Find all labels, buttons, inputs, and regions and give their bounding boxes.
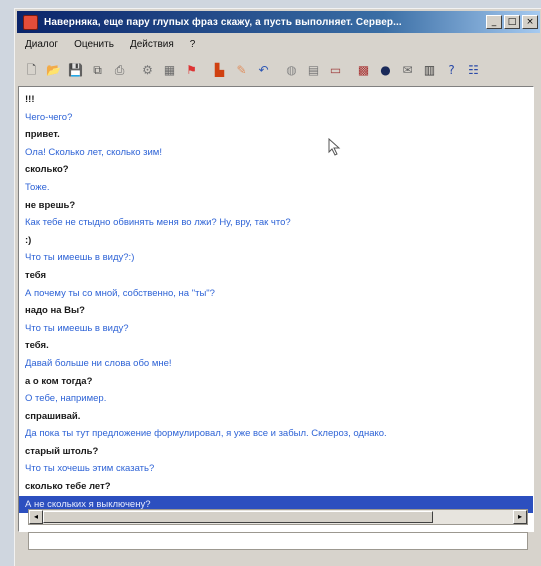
window-title: Наверняка, еще пару глупых фраз скажу, а… [44, 16, 402, 28]
chat-message-user[interactable]: тебя [25, 267, 533, 285]
close-button[interactable]: × [522, 15, 538, 29]
copy-icon[interactable]: ⧉ [89, 62, 106, 79]
chart-icon[interactable]: ▙ [211, 62, 228, 79]
record-icon[interactable]: ● [377, 62, 394, 79]
chat-message-bot[interactable]: О тебе, например. [25, 390, 533, 408]
title-bar[interactable]: Наверняка, еще пару глупых фраз скажу, а… [17, 11, 540, 33]
book-icon[interactable]: ▤ [305, 62, 322, 79]
message-input[interactable] [28, 532, 528, 550]
list-icon[interactable]: ☷ [465, 62, 482, 79]
chat-message-bot[interactable]: Чего-чего? [25, 109, 533, 127]
menu-rate[interactable]: Оценить [66, 39, 122, 50]
chat-message-user[interactable]: сколько тебе лет? [25, 478, 533, 496]
chat-message-user[interactable]: тебя. [25, 337, 533, 355]
chat-message-bot[interactable]: Что ты хочешь этим сказать? [25, 460, 533, 478]
chat-message-user[interactable]: а о ком тогда? [25, 373, 533, 391]
chat-message-bot[interactable]: Как тебе не стыдно обвинять меня во лжи?… [25, 214, 533, 232]
horizontal-scrollbar[interactable]: ◂ ▸ [28, 509, 528, 525]
chat-message-user[interactable]: !!! [25, 91, 533, 109]
chat-message-bot[interactable]: Что ты имеешь в виду? [25, 320, 533, 338]
filmstrip-icon[interactable]: ▥ [421, 62, 438, 79]
chat-message-user[interactable]: :) [25, 232, 533, 250]
chat-message-bot[interactable]: Да пока ты тут предложение формулировал,… [25, 425, 533, 443]
chat-message-bot[interactable]: Тоже. [25, 179, 533, 197]
chat-message-user[interactable]: привет. [25, 126, 533, 144]
undo-icon[interactable]: ↶ [255, 62, 272, 79]
menu-help[interactable]: ? [182, 39, 204, 50]
brush-icon[interactable]: ✎ [233, 62, 250, 79]
toolbar: 🗋 📂 💾 ⧉ ⎙ ⚙ ▦ ⚑ ▙ ✎ ↶ ◍ ▤ ▭ ▩ ● ✉ ▥? ☷ [17, 57, 540, 83]
scroll-right-arrow-icon[interactable]: ▸ [513, 510, 527, 524]
chat-message-list: !!! Чего-чего? привет. Ола! Сколько лет, ск… [19, 87, 533, 514]
globe-icon[interactable]: ◍ [283, 62, 300, 79]
grid-icon[interactable]: ▩ [355, 62, 372, 79]
maximize-button[interactable]: □ [504, 15, 520, 29]
window-controls: _ □ × [484, 15, 538, 29]
chat-message-user[interactable]: не врешь? [25, 197, 533, 215]
minimize-button[interactable]: _ [486, 15, 502, 29]
question-icon[interactable]: ? [443, 62, 460, 79]
menu-actions[interactable]: Действия [122, 39, 182, 50]
menu-dialog[interactable]: Диалог [17, 39, 66, 50]
chat-message-user[interactable]: надо на Вы? [25, 302, 533, 320]
save-icon[interactable]: 💾 [67, 62, 84, 79]
new-doc-icon[interactable]: 🗋 [23, 62, 40, 79]
chat-message-user[interactable]: сколько? [25, 161, 533, 179]
chat-log[interactable]: !!! Чего-чего? привет. Ола! Сколько лет, ск… [18, 86, 534, 532]
chat-message-bot[interactable]: А почему ты со мной, собственно, на "ты"… [25, 285, 533, 303]
mouse-pointer-icon [328, 138, 341, 156]
chat-message-user[interactable]: старый штоль? [25, 443, 533, 461]
mail-icon[interactable]: ✉ [399, 62, 416, 79]
open-folder-icon[interactable]: 📂 [45, 62, 62, 79]
tag-icon[interactable]: ⚑ [183, 62, 200, 79]
screen-icon[interactable]: ▭ [327, 62, 344, 79]
menu-bar: Диалог Оценить Действия ? [17, 35, 540, 53]
chat-message-user[interactable]: спрашивай. [25, 408, 533, 426]
app-icon[interactable] [23, 14, 38, 30]
chat-message-bot[interactable]: Давай больше ни слова обо мне! [25, 355, 533, 373]
scroll-left-arrow-icon[interactable]: ◂ [29, 510, 43, 524]
print-icon[interactable]: ⎙ [111, 62, 128, 79]
chat-message-bot[interactable]: Что ты имеешь в виду?:) [25, 249, 533, 267]
image-icon[interactable]: ▦ [161, 62, 178, 79]
scrollbar-thumb[interactable] [43, 511, 433, 523]
settings-icon[interactable]: ⚙ [139, 62, 156, 79]
chat-message-bot[interactable]: Ола! Сколько лет, сколько зим! [25, 144, 533, 162]
